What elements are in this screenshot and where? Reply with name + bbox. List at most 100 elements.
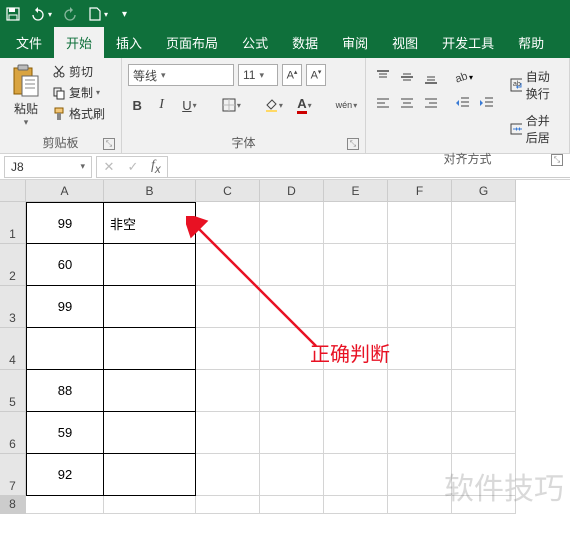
- alignment-launcher[interactable]: ⤡: [551, 154, 563, 166]
- decrease-indent-button[interactable]: [452, 92, 474, 114]
- cell-B3[interactable]: [104, 286, 196, 328]
- cell-F2[interactable]: [388, 244, 452, 286]
- row-header-1[interactable]: 1: [0, 202, 26, 244]
- border-button[interactable]: ▾: [219, 94, 244, 116]
- cell-C8[interactable]: [196, 496, 260, 514]
- tab-0[interactable]: 文件: [4, 27, 54, 58]
- cell-A3[interactable]: 99: [26, 286, 104, 328]
- col-header-E[interactable]: E: [324, 180, 388, 202]
- bold-button[interactable]: B: [128, 94, 146, 116]
- cell-E1[interactable]: [324, 202, 388, 244]
- col-header-C[interactable]: C: [196, 180, 260, 202]
- cell-C3[interactable]: [196, 286, 260, 328]
- col-header-B[interactable]: B: [104, 180, 196, 202]
- col-header-D[interactable]: D: [260, 180, 324, 202]
- cell-E5[interactable]: [324, 370, 388, 412]
- fill-color-button[interactable]: ▾: [261, 94, 286, 116]
- fx-icon[interactable]: fx: [145, 158, 167, 176]
- align-bottom-button[interactable]: [420, 66, 442, 88]
- tab-9[interactable]: 帮助: [506, 27, 556, 58]
- row-header-7[interactable]: 7: [0, 454, 26, 496]
- select-all-corner[interactable]: [0, 180, 26, 202]
- cell-B2[interactable]: [104, 244, 196, 286]
- cell-E6[interactable]: [324, 412, 388, 454]
- cell-B6[interactable]: [104, 412, 196, 454]
- row-header-6[interactable]: 6: [0, 412, 26, 454]
- copy-button[interactable]: 复制 ▾: [50, 83, 107, 102]
- font-color-button[interactable]: A▾: [292, 94, 317, 116]
- orientation-button[interactable]: ab▾: [452, 66, 474, 88]
- decrease-font-button[interactable]: A▾: [306, 64, 326, 86]
- font-size-combo[interactable]: 11▾: [238, 64, 278, 86]
- cell-D8[interactable]: [260, 496, 324, 514]
- cell-D5[interactable]: [260, 370, 324, 412]
- row-header-4[interactable]: 4: [0, 328, 26, 370]
- cell-F6[interactable]: [388, 412, 452, 454]
- cell-B8[interactable]: [104, 496, 196, 514]
- cell-F5[interactable]: [388, 370, 452, 412]
- cut-button[interactable]: 剪切: [50, 62, 107, 81]
- tab-2[interactable]: 插入: [104, 27, 154, 58]
- confirm-formula-button[interactable]: ✓: [121, 159, 145, 175]
- font-launcher[interactable]: ⤡: [347, 138, 359, 150]
- underline-button[interactable]: U▾: [177, 94, 202, 116]
- align-right-button[interactable]: [420, 92, 442, 114]
- cell-G2[interactable]: [452, 244, 516, 286]
- spreadsheet-grid[interactable]: ABCDEFG 199非空26039945886597928 正确判断 软件技巧: [0, 180, 570, 514]
- cell-A7[interactable]: 92: [26, 454, 104, 496]
- format-painter-button[interactable]: 格式刷: [50, 104, 107, 123]
- cell-C5[interactable]: [196, 370, 260, 412]
- cell-C6[interactable]: [196, 412, 260, 454]
- cell-B5[interactable]: [104, 370, 196, 412]
- font-name-combo[interactable]: 等线▾: [128, 64, 234, 86]
- cell-D2[interactable]: [260, 244, 324, 286]
- cell-F4[interactable]: [388, 328, 452, 370]
- cell-G4[interactable]: [452, 328, 516, 370]
- align-left-button[interactable]: [372, 92, 394, 114]
- customize-qat[interactable]: ▾: [122, 9, 127, 20]
- phonetic-button[interactable]: wén▾: [334, 94, 359, 116]
- tab-7[interactable]: 视图: [380, 27, 430, 58]
- cell-E7[interactable]: [324, 454, 388, 496]
- cell-C7[interactable]: [196, 454, 260, 496]
- cell-G1[interactable]: [452, 202, 516, 244]
- cell-F1[interactable]: [388, 202, 452, 244]
- cell-E2[interactable]: [324, 244, 388, 286]
- tab-8[interactable]: 开发工具: [430, 27, 506, 58]
- cell-A4[interactable]: [26, 328, 104, 370]
- cell-E3[interactable]: [324, 286, 388, 328]
- cell-A6[interactable]: 59: [26, 412, 104, 454]
- merge-center-button[interactable]: 合并后居: [508, 110, 563, 148]
- cell-G5[interactable]: [452, 370, 516, 412]
- cancel-formula-button[interactable]: ✕: [97, 159, 121, 175]
- tab-1[interactable]: 开始: [54, 27, 104, 58]
- cell-C2[interactable]: [196, 244, 260, 286]
- cell-D7[interactable]: [260, 454, 324, 496]
- cell-G3[interactable]: [452, 286, 516, 328]
- row-header-2[interactable]: 2: [0, 244, 26, 286]
- cell-C1[interactable]: [196, 202, 260, 244]
- cell-D1[interactable]: [260, 202, 324, 244]
- align-middle-button[interactable]: [396, 66, 418, 88]
- cell-D6[interactable]: [260, 412, 324, 454]
- tab-5[interactable]: 数据: [280, 27, 330, 58]
- cell-A1[interactable]: 99: [26, 202, 104, 244]
- paste-button[interactable]: 粘贴 ▾: [6, 60, 46, 132]
- row-header-5[interactable]: 5: [0, 370, 26, 412]
- cell-B1[interactable]: 非空: [104, 202, 196, 244]
- cell-B7[interactable]: [104, 454, 196, 496]
- cell-F7[interactable]: [388, 454, 452, 496]
- cell-F8[interactable]: [388, 496, 452, 514]
- increase-indent-button[interactable]: [476, 92, 498, 114]
- align-center-button[interactable]: [396, 92, 418, 114]
- italic-button[interactable]: I: [152, 94, 170, 116]
- cell-A5[interactable]: 88: [26, 370, 104, 412]
- tab-3[interactable]: 页面布局: [154, 27, 230, 58]
- cell-E8[interactable]: [324, 496, 388, 514]
- row-header-3[interactable]: 3: [0, 286, 26, 328]
- col-header-A[interactable]: A: [26, 180, 104, 202]
- cell-F3[interactable]: [388, 286, 452, 328]
- cell-D3[interactable]: [260, 286, 324, 328]
- tab-4[interactable]: 公式: [230, 27, 280, 58]
- cell-G6[interactable]: [452, 412, 516, 454]
